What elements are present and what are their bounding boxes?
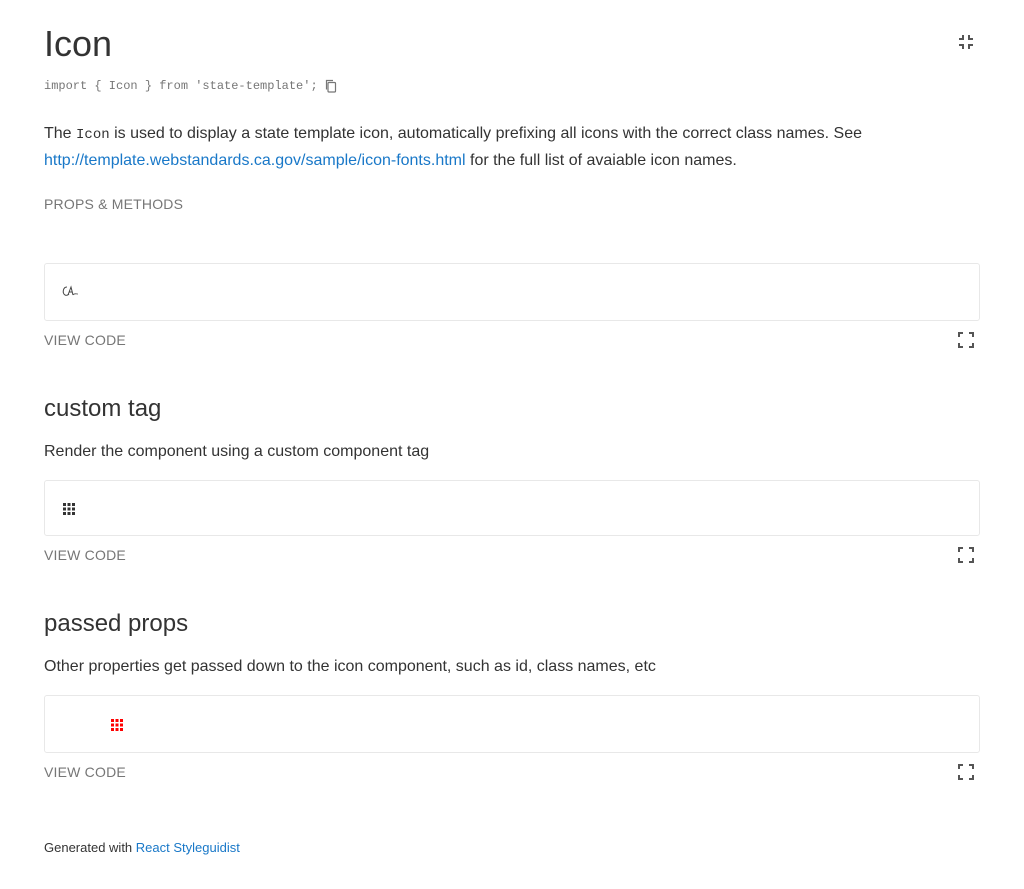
example-preview-1 <box>44 263 980 321</box>
icon-fonts-link[interactable]: http://template.webstandards.ca.gov/samp… <box>44 152 466 169</box>
ca-gov-logo-icon <box>61 284 79 298</box>
description-middle: is used to display a state template icon… <box>109 125 862 142</box>
section-description-passed-props: Other properties get passed down to the … <box>44 658 656 675</box>
example-preview-2 <box>44 480 980 536</box>
styleguidist-link[interactable]: React Styleguidist <box>136 840 240 855</box>
description-code: Icon <box>76 127 110 143</box>
description-prefix: The <box>44 125 77 142</box>
fullscreen-icon[interactable] <box>958 764 974 780</box>
footer-prefix: Generated with <box>44 840 136 855</box>
apps-grid-icon <box>63 502 75 515</box>
page-title: Icon <box>44 23 113 64</box>
exit-isolate-icon[interactable] <box>958 34 974 50</box>
section-title-passed-props: passed props <box>44 610 189 637</box>
import-code: import { Icon } from 'state-template'; <box>44 79 318 93</box>
section-title-custom-tag: custom tag <box>44 395 162 422</box>
props-methods-toggle[interactable]: PROPS & METHODS <box>44 195 183 213</box>
footer: Generated with React Styleguidist <box>44 840 240 856</box>
component-description: The Icon is used to display a state temp… <box>44 121 980 173</box>
view-code-button-1[interactable]: VIEW CODE <box>44 331 126 349</box>
fullscreen-icon[interactable] <box>958 547 974 563</box>
view-code-button-2[interactable]: VIEW CODE <box>44 546 126 564</box>
import-statement: import { Icon } from 'state-template'; <box>44 78 338 94</box>
apps-grid-icon <box>111 718 123 731</box>
example-preview-3 <box>44 695 980 753</box>
view-code-button-3[interactable]: VIEW CODE <box>44 763 126 781</box>
fullscreen-icon[interactable] <box>958 332 974 348</box>
description-suffix: for the full list of avaiable icon names… <box>465 152 737 169</box>
copy-icon[interactable] <box>324 79 338 93</box>
section-description-custom-tag: Render the component using a custom comp… <box>44 443 430 460</box>
